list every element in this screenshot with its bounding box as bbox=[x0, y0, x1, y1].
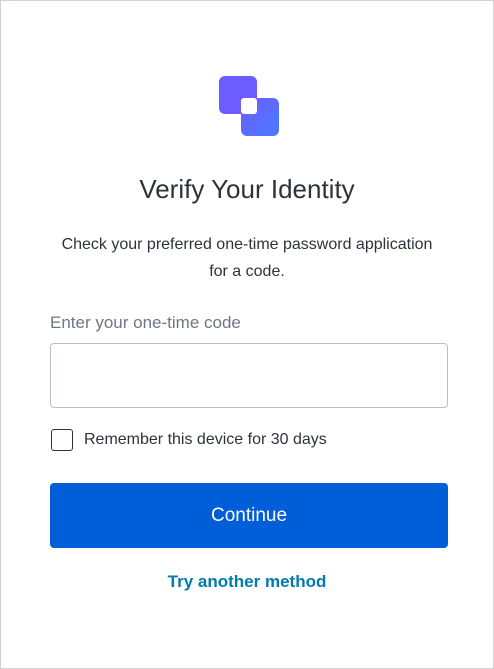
remember-device-option[interactable]: Remember this device for 30 days bbox=[50, 428, 327, 452]
remember-device-checkbox[interactable] bbox=[51, 429, 73, 451]
verification-card: Verify Your Identity Check your preferre… bbox=[0, 0, 494, 669]
one-time-code-input[interactable] bbox=[50, 343, 448, 408]
remember-device-label: Remember this device for 30 days bbox=[84, 431, 327, 448]
page-description: Check your preferred one-time password a… bbox=[61, 236, 433, 280]
brand-logo-icon bbox=[219, 76, 279, 136]
continue-button[interactable]: Continue bbox=[50, 483, 448, 548]
try-another-method-link[interactable]: Try another method bbox=[1, 569, 493, 595]
page-title: Verify Your Identity bbox=[139, 174, 355, 204]
code-field-label: Enter your one-time code bbox=[50, 313, 241, 332]
